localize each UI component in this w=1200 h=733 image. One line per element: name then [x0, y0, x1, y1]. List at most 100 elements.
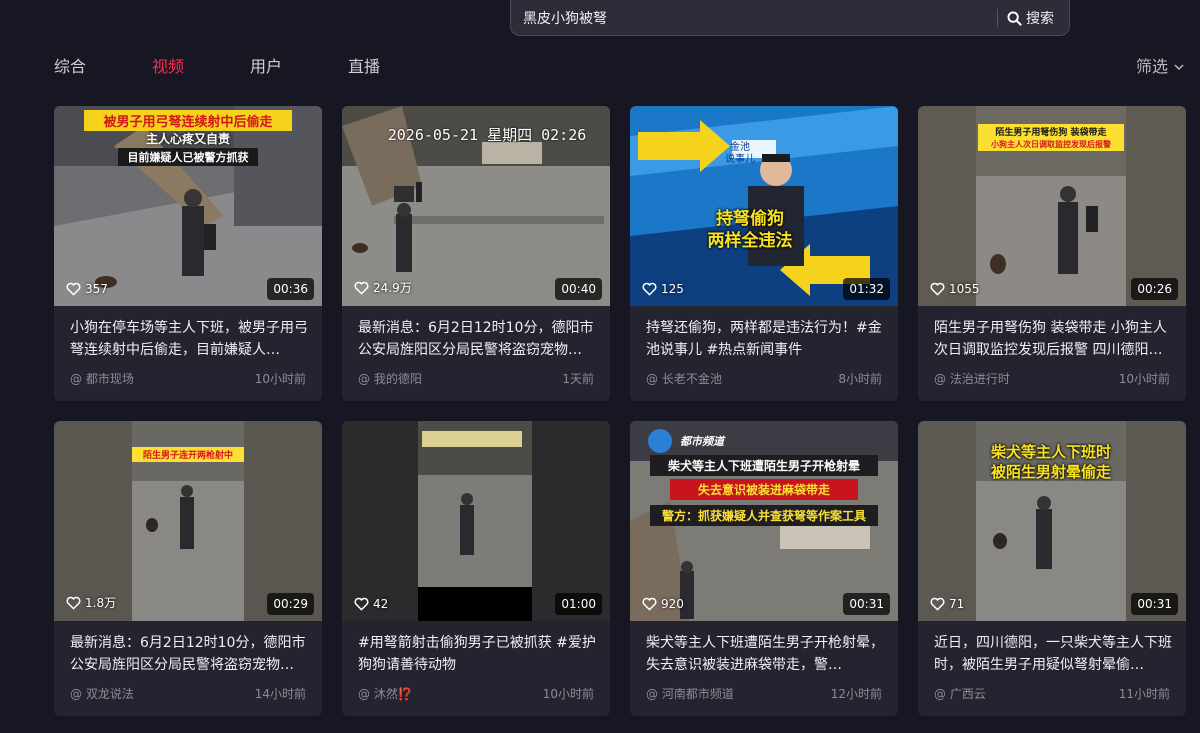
video-card[interactable]: 2026-05-21 星期四 02:26 24.9万 00:40 最新消息：6月…	[342, 106, 610, 401]
video-time: 1天前	[562, 372, 594, 386]
video-duration: 00:29	[267, 593, 314, 615]
video-frame-image	[342, 421, 610, 621]
like-count: 920	[642, 597, 684, 611]
video-duration: 00:31	[843, 593, 890, 615]
video-card[interactable]: 被男子用弓弩连续射中后偷走 主人心疼又自责 目前嫌疑人已被警方抓获 357 00…	[54, 106, 322, 401]
video-author[interactable]: @ 我的德阳	[358, 370, 422, 387]
video-author[interactable]: @ 河南都市频道	[646, 685, 734, 702]
video-timestamp-overlay: 2026-05-21 星期四 02:26	[387, 126, 587, 144]
video-caption-headline: 陌生男子连开两枪射中	[132, 447, 244, 462]
search-bar: 搜索	[510, 0, 1070, 36]
video-caption-line: 主人心疼又自责	[145, 132, 230, 146]
video-caption-headline: 柴犬等主人下班遭陌生男子开枪射晕	[650, 455, 878, 476]
video-caption-line: 警方：抓获嫌疑人并查获弩等作案工具	[650, 505, 878, 526]
video-duration: 01:00	[555, 593, 602, 615]
filter-label: 筛选	[1135, 57, 1168, 76]
like-count: 71	[930, 597, 964, 611]
video-time: 14小时前	[254, 687, 306, 701]
video-caption-line: 目前嫌疑人已被警方抓获	[118, 148, 258, 166]
video-duration: 00:36	[267, 278, 314, 300]
tab-live[interactable]: 直播	[348, 56, 380, 80]
like-count: 125	[642, 282, 684, 296]
video-description[interactable]: 近日，四川德阳，一只柴犬等主人下班时，被陌生男子用疑似弩射晕偷…	[934, 632, 1172, 676]
video-author[interactable]: @ 长老不金池	[646, 370, 722, 387]
search-divider	[997, 9, 998, 27]
heart-icon	[642, 597, 657, 611]
video-thumbnail[interactable]: 陌生男子用弩伤狗 装袋带走 小狗主人次日调取监控发现后报警 1055 00:26	[918, 106, 1186, 306]
video-time: 10小时前	[254, 372, 306, 386]
tab-users[interactable]: 用户	[250, 56, 282, 80]
like-count: 42	[354, 597, 388, 611]
video-author[interactable]: @ 广西云	[934, 685, 986, 702]
video-description[interactable]: 小狗在停车场等主人下班，被男子用弓弩连续射中后偷走，目前嫌疑人…	[70, 317, 308, 361]
search-button-label: 搜索	[1026, 11, 1054, 27]
video-description[interactable]: 最新消息：6月2日12时10分，德阳市公安局旌阳区分局民警将盗窃宠物…	[358, 317, 596, 361]
heart-icon	[930, 597, 945, 611]
like-count: 1055	[930, 282, 980, 296]
heart-icon	[66, 282, 81, 296]
video-thumbnail[interactable]: 42 01:00	[342, 421, 610, 621]
heart-icon	[354, 597, 369, 611]
video-caption-headline: 两样全违法	[707, 231, 793, 251]
video-card[interactable]: 陌生男子连开两枪射中 1.8万 00:29 最新消息：6月2日12时10分，德阳…	[54, 421, 322, 716]
category-tabs: 综合 视频 用户 直播	[54, 56, 446, 80]
video-caption-headline: 陌生男子用弩伤狗 装袋带走	[978, 124, 1124, 139]
video-card[interactable]: 都市频道 柴犬等主人下班遭陌生男子开枪射晕 失去意识被装进麻袋带走 警方：抓获嫌…	[630, 421, 898, 716]
video-caption-line: 失去意识被装进麻袋带走	[670, 479, 858, 500]
like-count-value: 71	[949, 597, 965, 611]
video-thumbnail[interactable]: 金池 说事儿 持弩偷狗 两样全违法 125 01:32	[630, 106, 898, 306]
video-time: 12小时前	[830, 687, 882, 701]
video-thumbnail[interactable]: 被男子用弓弩连续射中后偷走 主人心疼又自责 目前嫌疑人已被警方抓获 357 00…	[54, 106, 322, 306]
video-description[interactable]: 持弩还偷狗，两样都是违法行为！#金池说事儿 #热点新闻事件	[646, 317, 884, 361]
video-duration: 00:40	[555, 278, 602, 300]
video-caption-line: 说事儿	[725, 154, 755, 165]
video-description[interactable]: 陌生男子用弩伤狗 装袋带走 小狗主人次日调取监控发现后报警 四川德阳…	[934, 317, 1172, 361]
like-count-value: 1.8万	[85, 596, 117, 610]
video-thumbnail[interactable]: 陌生男子连开两枪射中 1.8万 00:29	[54, 421, 322, 621]
video-author[interactable]: @ 法治进行时	[934, 370, 1010, 387]
video-caption-line: 小狗主人次日调取监控发现后报警	[978, 138, 1124, 151]
video-description[interactable]: #用弩箭射击偷狗男子已被抓获 #爱护狗狗请善待动物	[358, 632, 596, 676]
like-count-value: 920	[661, 597, 684, 611]
video-duration: 00:26	[1131, 278, 1178, 300]
video-card[interactable]: 金池 说事儿 持弩偷狗 两样全违法 125 01:32 持弩还偷狗，两样都是违法…	[630, 106, 898, 401]
video-duration: 00:31	[1131, 593, 1178, 615]
video-caption-headline: 被陌生男射晕偷走	[990, 463, 1111, 481]
like-count-value: 357	[85, 282, 108, 296]
like-count-value: 42	[373, 597, 389, 611]
video-card[interactable]: 柴犬等主人下班时 被陌生男射晕偷走 71 00:31 近日，四川德阳，一只柴犬等…	[918, 421, 1186, 716]
video-thumbnail[interactable]: 柴犬等主人下班时 被陌生男射晕偷走 71 00:31	[918, 421, 1186, 621]
video-card[interactable]: 42 01:00 #用弩箭射击偷狗男子已被抓获 #爱护狗狗请善待动物 @ 沐然⁉…	[342, 421, 610, 716]
heart-icon	[354, 281, 369, 295]
video-thumbnail[interactable]: 都市频道 柴犬等主人下班遭陌生男子开枪射晕 失去意识被装进麻袋带走 警方：抓获嫌…	[630, 421, 898, 621]
video-author[interactable]: @ 都市现场	[70, 370, 134, 387]
search-button[interactable]: 搜索	[1007, 0, 1069, 36]
video-time: 11小时前	[1118, 687, 1170, 701]
video-caption-headline: 被男子用弓弩连续射中后偷走	[84, 110, 292, 131]
video-card[interactable]: 陌生男子用弩伤狗 装袋带走 小狗主人次日调取监控发现后报警 1055 00:26…	[918, 106, 1186, 401]
video-description[interactable]: 最新消息：6月2日12时10分，德阳市公安局旌阳区分局民警将盗窃宠物…	[70, 632, 308, 676]
chevron-down-icon	[1174, 64, 1184, 71]
channel-logo-text: 都市频道	[680, 435, 724, 448]
like-count: 357	[66, 282, 108, 296]
like-count-value: 1055	[949, 282, 980, 296]
video-caption-line: 金池	[730, 142, 750, 153]
video-description[interactable]: 柴犬等主人下班遭陌生男子开枪射晕，失去意识被装进麻袋带走，警…	[646, 632, 884, 676]
heart-icon	[66, 596, 81, 610]
tab-all[interactable]: 综合	[54, 56, 86, 80]
heart-icon	[642, 282, 657, 296]
filter-button[interactable]: 筛选	[1136, 56, 1184, 78]
search-icon	[1007, 10, 1022, 26]
video-time: 8小时前	[838, 372, 882, 386]
video-time: 10小时前	[542, 687, 594, 701]
like-count: 1.8万	[66, 594, 116, 611]
search-input[interactable]	[523, 0, 993, 36]
tab-video[interactable]: 视频	[152, 56, 184, 80]
video-author[interactable]: @ 沐然⁉️	[358, 685, 413, 702]
video-thumbnail[interactable]: 2026-05-21 星期四 02:26 24.9万 00:40	[342, 106, 610, 306]
video-time: 10小时前	[1118, 372, 1170, 386]
video-author[interactable]: @ 双龙说法	[70, 685, 134, 702]
video-duration: 01:32	[843, 278, 890, 300]
video-caption-headline: 柴犬等主人下班时	[990, 443, 1111, 461]
like-count-value: 125	[661, 282, 684, 296]
